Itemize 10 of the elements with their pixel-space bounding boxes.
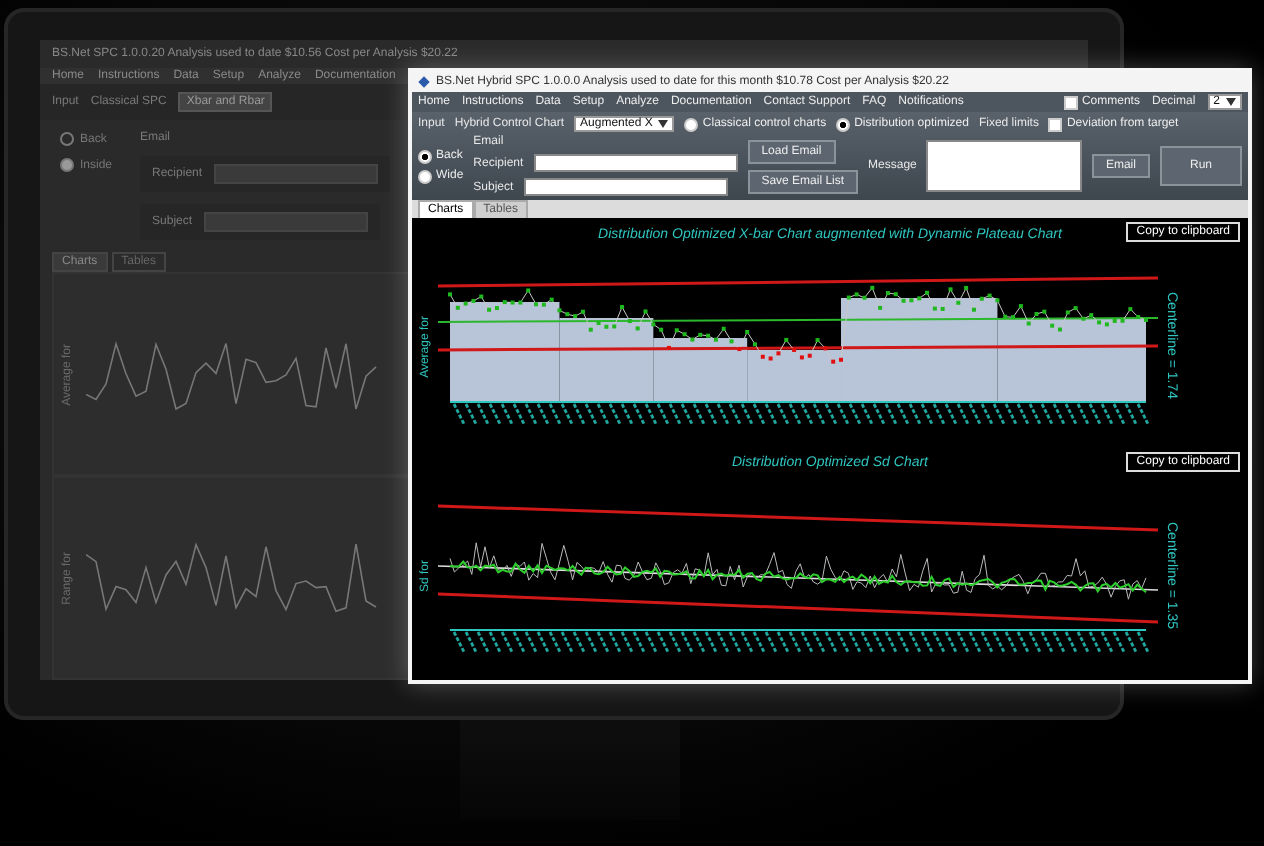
app-logo-icon [418,76,430,88]
caret-icon [1226,98,1236,106]
input-field[interactable] [214,164,379,184]
plateau-band [653,338,748,403]
input-field[interactable] [523,178,728,196]
input-field[interactable] [204,212,369,232]
plateau-band [559,318,654,403]
message-field[interactable] [926,140,1082,192]
plateau-band [450,302,560,403]
input-field[interactable] [533,154,738,172]
